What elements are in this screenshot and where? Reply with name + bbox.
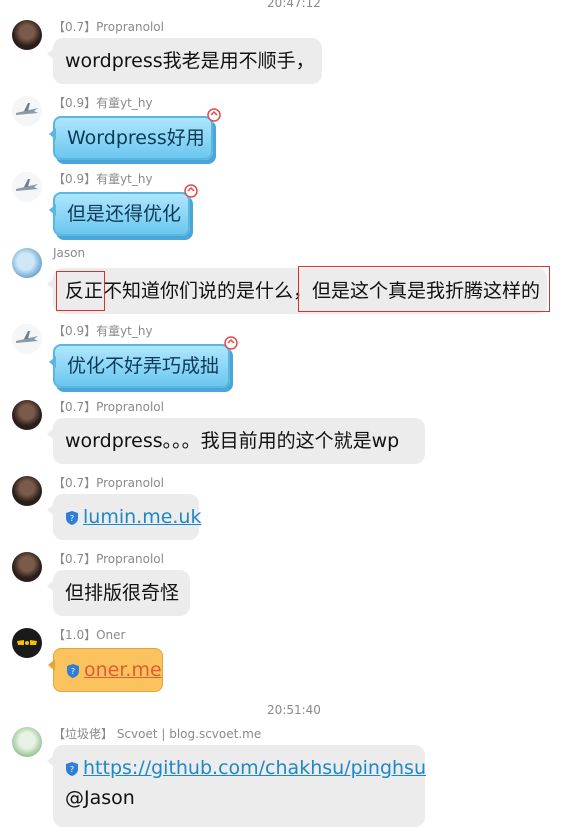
avatar[interactable] <box>12 628 42 658</box>
avatar[interactable] <box>12 400 42 430</box>
message-bubble[interactable]: ? https://github.com/chakhsu/pinghsu @Ja… <box>47 745 426 827</box>
message-bubble[interactable]: 优化不好弄巧成拙 <box>49 344 230 388</box>
plane-icon <box>16 179 38 191</box>
avatar[interactable] <box>12 324 42 354</box>
message-link[interactable]: oner.me <box>84 659 162 681</box>
message-link[interactable]: https://github.com/chakhsu/pinghsu <box>83 757 426 779</box>
message-text-part: 不知道你们说的是什么， <box>103 280 313 302</box>
highlight-box <box>56 271 105 311</box>
shield-icon: ? <box>66 510 78 525</box>
level-badge-icon <box>184 184 198 198</box>
sender-name: 【0.7】Propranolol <box>53 20 164 34</box>
avatar[interactable] <box>12 727 42 757</box>
message-link[interactable]: lumin.me.uk <box>83 506 201 528</box>
sender-name: 【0.9】有童yt_hy <box>53 324 153 338</box>
sender-name: 【垃圾佬】 Scvoet | blog.scvoet.me <box>53 727 262 741</box>
level-badge-icon <box>224 336 238 350</box>
avatar[interactable] <box>12 172 42 202</box>
svg-text:?: ? <box>70 514 74 523</box>
level-badge-icon <box>207 108 221 122</box>
message-bubble[interactable]: 但排版很奇怪 <box>47 570 190 616</box>
plane-icon <box>16 103 38 115</box>
message-bubble[interactable]: wordpress我老是用不顺手， <box>47 38 322 84</box>
message-bubble[interactable]: ? lumin.me.uk <box>47 494 201 540</box>
avatar[interactable] <box>12 552 42 582</box>
sender-name: 【0.7】Propranolol <box>53 476 164 490</box>
highlight-box <box>298 266 550 312</box>
sender-name: 【1.0】Oner <box>53 628 126 642</box>
avatar[interactable] <box>12 476 42 506</box>
shield-icon: ? <box>66 761 78 776</box>
timestamp: 20:47:12 <box>267 0 321 10</box>
plane-icon <box>16 331 38 343</box>
message-bubble[interactable]: Wordpress好用 <box>49 116 213 160</box>
message-bubble[interactable]: wordpress。。。我目前用的这个就是wp <box>47 418 425 464</box>
sender-name: 【0.9】有童yt_hy <box>53 96 153 110</box>
svg-text:?: ? <box>70 765 74 774</box>
message-bubble[interactable]: ? oner.me <box>48 648 163 692</box>
mask-icon <box>17 640 37 645</box>
avatar[interactable] <box>12 20 42 50</box>
avatar[interactable] <box>12 96 42 126</box>
message-bubble[interactable]: 但是还得优化 <box>49 192 190 236</box>
avatar[interactable] <box>12 248 42 278</box>
sender-name: 【0.9】有童yt_hy <box>53 172 153 186</box>
sender-name: 【0.7】Propranolol <box>53 552 164 566</box>
mention-text: @Jason <box>65 787 135 809</box>
sender-name: Jason <box>53 246 86 260</box>
timestamp: 20:51:40 <box>267 703 321 717</box>
sender-name: 【0.7】Propranolol <box>53 400 164 414</box>
svg-text:?: ? <box>71 667 75 676</box>
shield-icon: ? <box>67 663 79 678</box>
